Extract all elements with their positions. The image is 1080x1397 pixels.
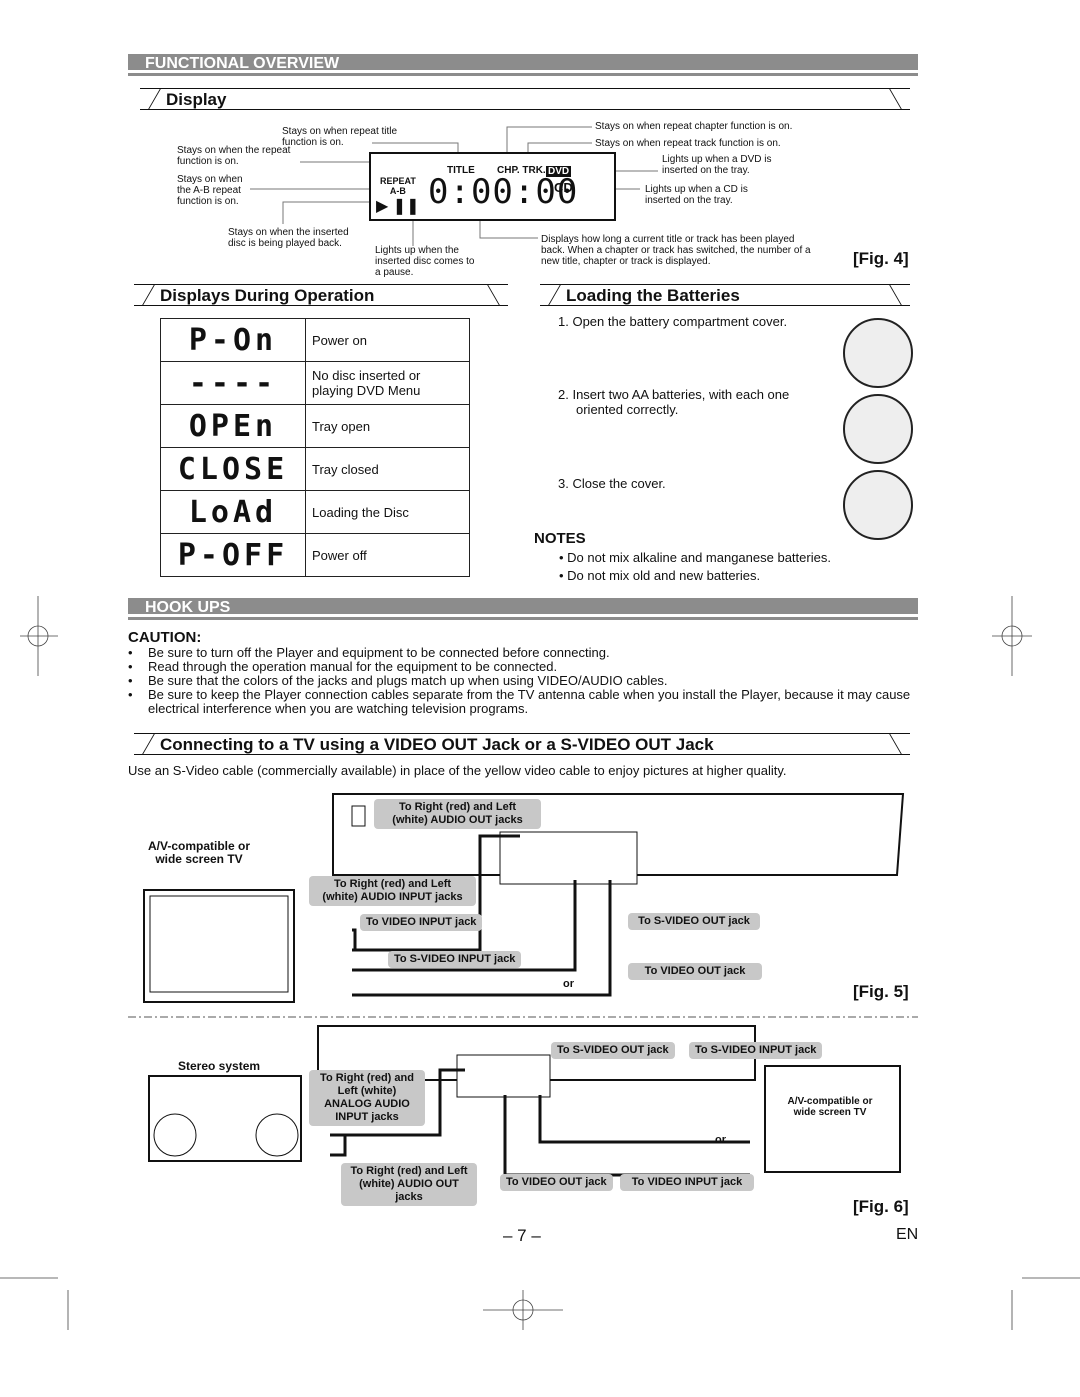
manual-page: FUNCTIONAL OVERVIEW Display Stays on whe… <box>0 0 1080 1397</box>
crop-marks <box>0 596 1080 1330</box>
